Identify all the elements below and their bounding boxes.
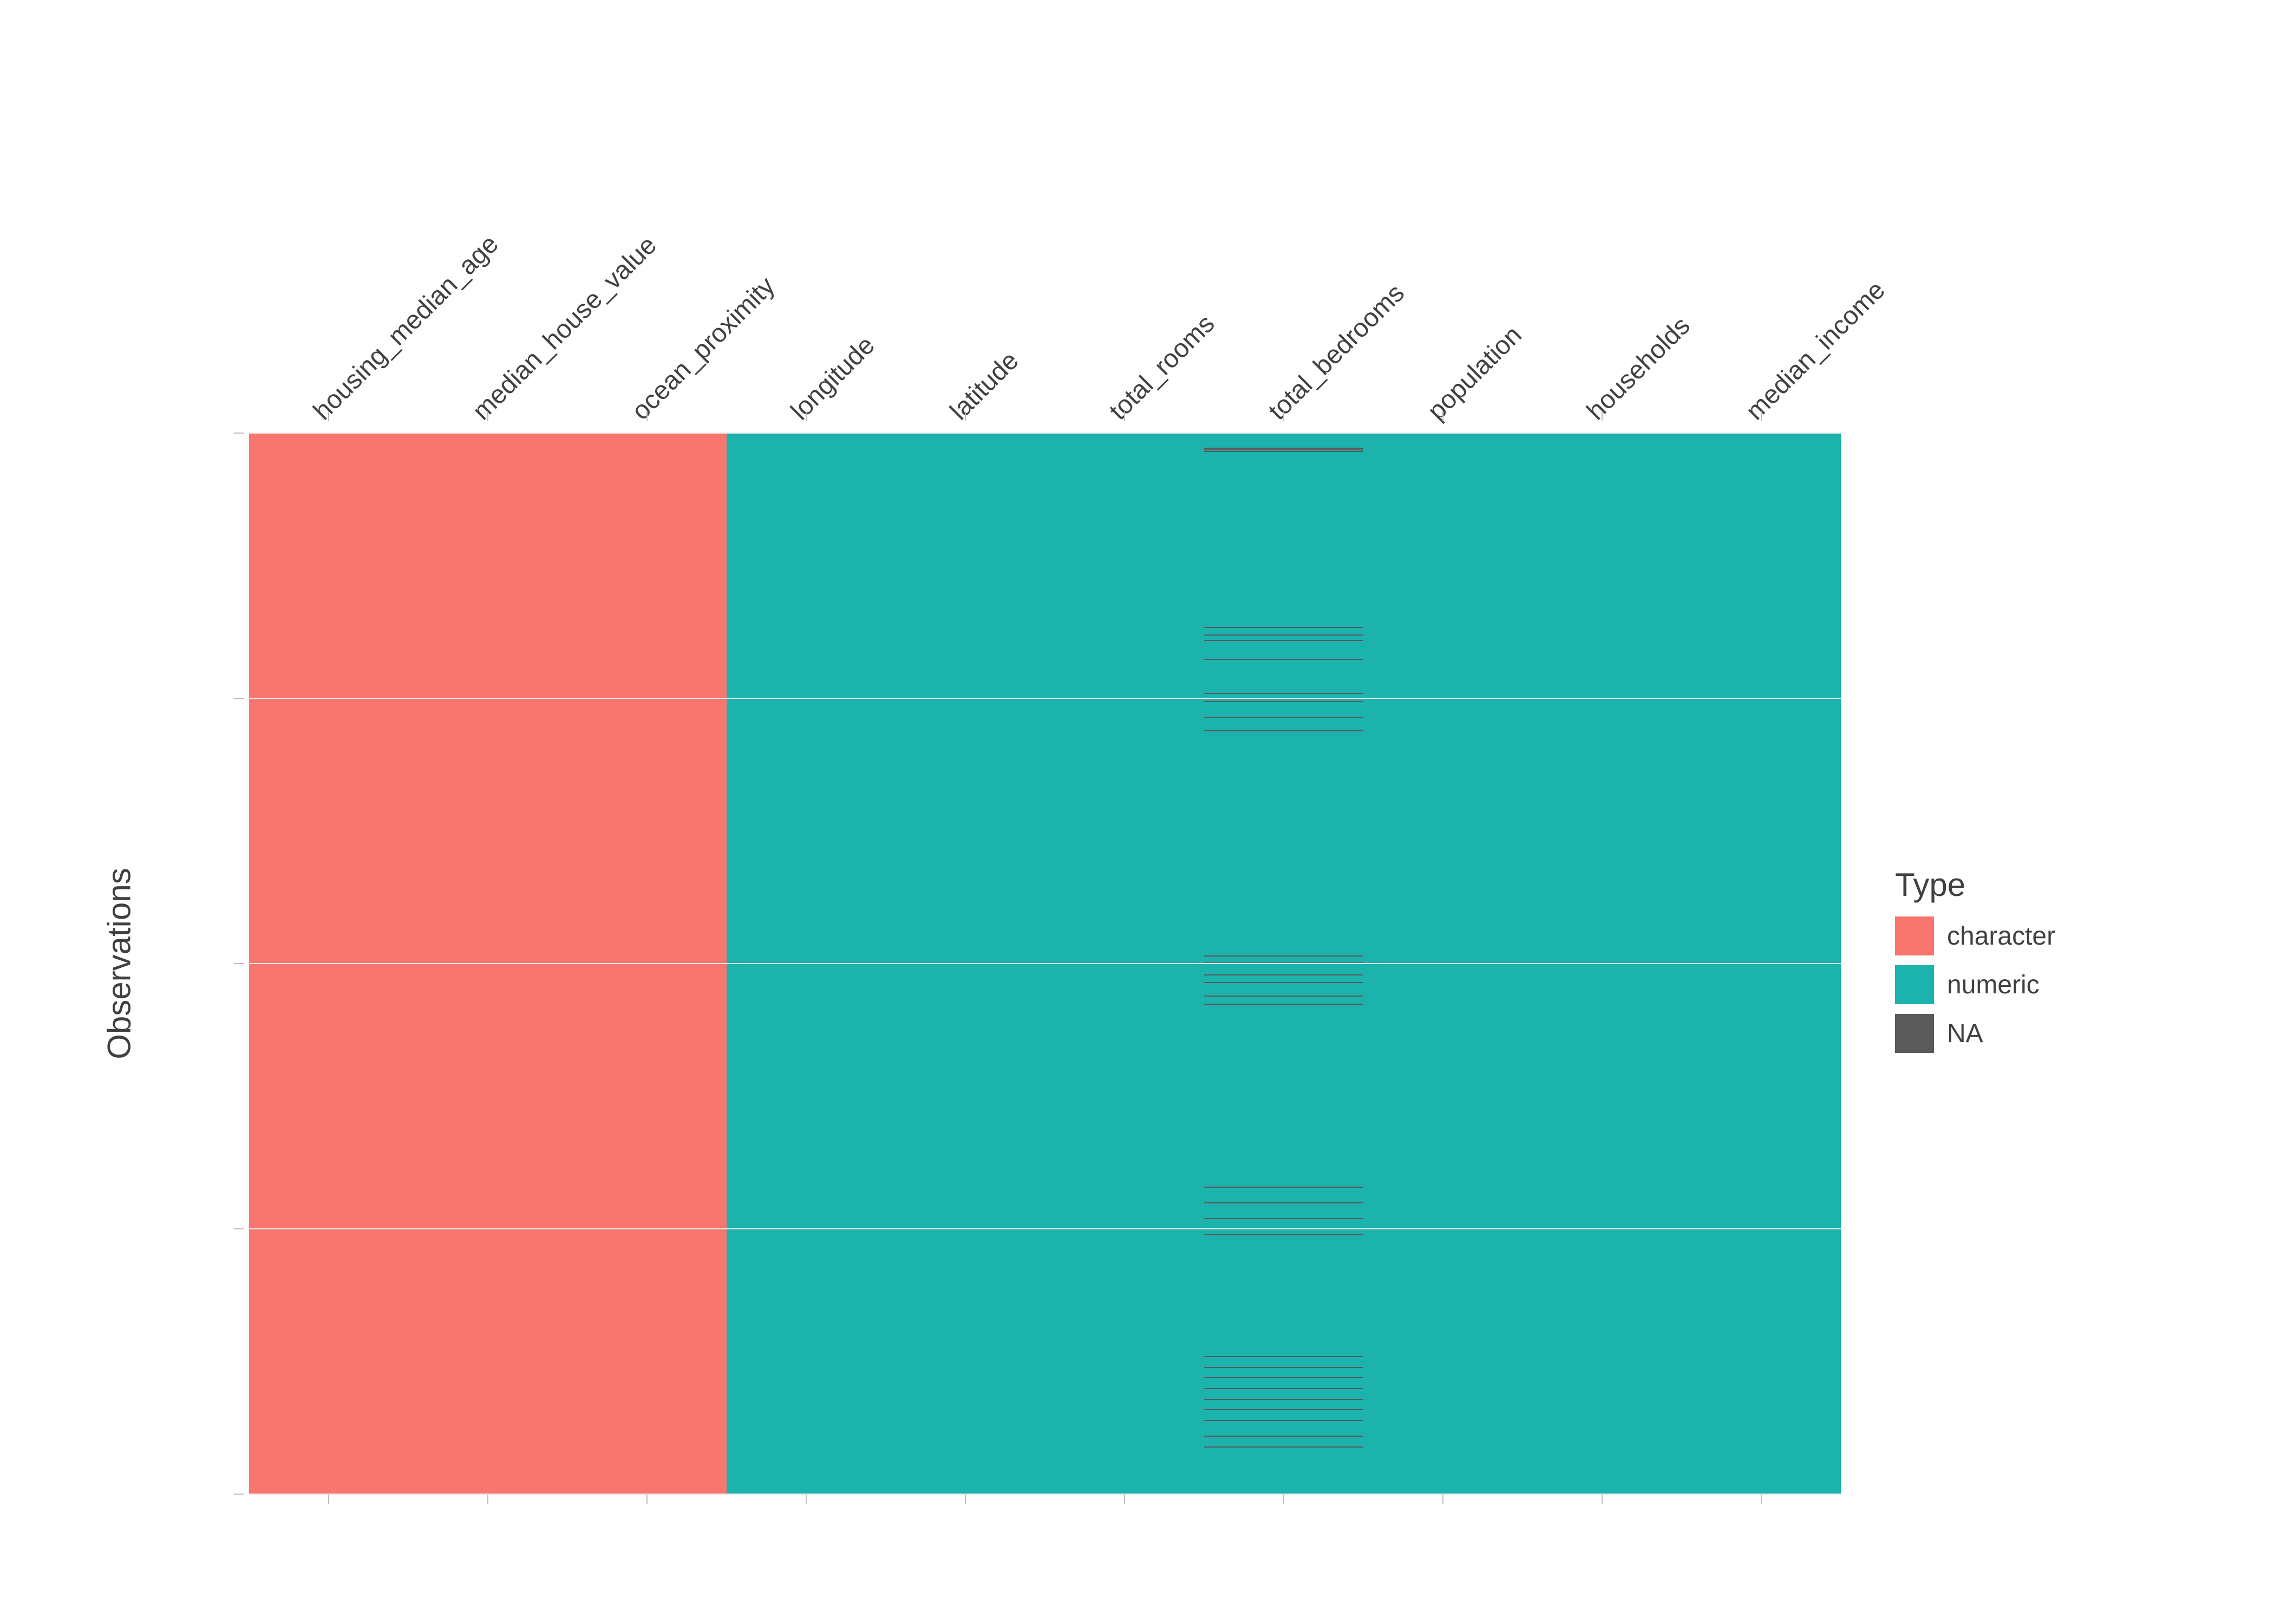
legend: Type character numeric NA <box>1895 866 2055 1063</box>
x-tick-mark-top <box>1602 411 1603 421</box>
x-tick-mark-bottom <box>1602 1494 1603 1504</box>
x-category-label: population <box>1422 320 1528 426</box>
x-tick-mark-top <box>487 411 488 421</box>
y-gridline <box>249 433 1841 434</box>
x-category-label: ocean_proximity <box>626 271 781 426</box>
y-tick-mark <box>234 1494 244 1495</box>
na-stripe <box>1204 1202 1363 1203</box>
x-tick-mark-bottom <box>328 1494 329 1504</box>
y-gridline <box>249 1494 1841 1495</box>
na-stripe <box>1204 659 1363 660</box>
x-category-label: households <box>1581 311 1696 426</box>
legend-item: NA <box>1895 1014 2055 1053</box>
x-category-label: median_income <box>1740 275 1891 426</box>
na-stripe <box>1204 1388 1363 1389</box>
na-stripe <box>1204 730 1363 731</box>
na-stripe <box>1204 634 1363 636</box>
y-tick-mark <box>234 698 244 699</box>
chart-container: Observations 05000100001500020000 housin… <box>0 0 2274 1624</box>
x-tick-mark-bottom <box>1442 1494 1443 1504</box>
na-stripe <box>1204 1420 1363 1421</box>
na-stripe <box>1204 1187 1363 1188</box>
na-stripe <box>1204 982 1363 983</box>
x-tick-mark-top <box>1442 411 1443 421</box>
na-stripe <box>1204 1004 1363 1005</box>
na-stripe <box>1204 1436 1363 1437</box>
legend-item: character <box>1895 916 2055 955</box>
legend-label: NA <box>1947 1019 1983 1049</box>
y-gridline <box>249 1228 1841 1229</box>
x-tick-mark-top <box>806 411 807 421</box>
x-tick-mark-bottom <box>1124 1494 1125 1504</box>
x-tick-mark-top <box>1124 411 1125 421</box>
na-stripe <box>1204 955 1363 957</box>
na-stripe <box>1204 1409 1363 1410</box>
na-stripe <box>1204 1356 1363 1357</box>
x-tick-mark-bottom <box>646 1494 648 1504</box>
x-tick-mark-bottom <box>1761 1494 1762 1504</box>
legend-key <box>1895 965 1934 1004</box>
x-tick-mark-bottom <box>487 1494 488 1504</box>
legend-title: Type <box>1895 866 2055 903</box>
x-tick-mark-top <box>646 411 648 421</box>
x-category-label: latitude <box>944 346 1024 426</box>
y-tick-mark <box>234 433 244 434</box>
legend-label: character <box>1947 921 2055 951</box>
x-tick-mark-bottom <box>1283 1494 1284 1504</box>
na-stripe <box>1204 693 1363 694</box>
x-tick-mark-top <box>1283 411 1284 421</box>
legend-item: numeric <box>1895 965 2055 1004</box>
x-tick-mark-top <box>1761 411 1762 421</box>
na-stripe <box>1204 448 1363 449</box>
na-stripe <box>1204 1234 1363 1235</box>
x-category-label: longitude <box>785 330 881 426</box>
plot-panel <box>249 433 1841 1494</box>
legend-key <box>1895 916 1934 955</box>
x-tick-mark-bottom <box>965 1494 966 1504</box>
na-stripe <box>1204 627 1363 628</box>
na-stripe <box>1204 1367 1363 1368</box>
na-stripe <box>1204 1377 1363 1378</box>
y-gridline <box>249 963 1841 964</box>
legend-key <box>1895 1014 1934 1053</box>
na-stripe <box>1204 1218 1363 1219</box>
na-stripe <box>1204 640 1363 641</box>
x-category-label: total_rooms <box>1103 309 1220 426</box>
na-stripe <box>1204 1446 1363 1448</box>
x-tick-mark-top <box>965 411 966 421</box>
na-stripe <box>1204 996 1363 997</box>
x-tick-mark-bottom <box>806 1494 807 1504</box>
na-stripe <box>1204 974 1363 975</box>
legend-label: numeric <box>1947 970 2040 1000</box>
y-tick-mark <box>234 1228 244 1229</box>
y-axis-title: Observations <box>101 868 138 1059</box>
y-tick-mark <box>234 963 244 964</box>
na-stripe <box>1204 701 1363 702</box>
na-stripe <box>1204 1399 1363 1400</box>
x-tick-mark-top <box>328 411 329 421</box>
x-category-label: total_bedrooms <box>1263 278 1410 426</box>
na-stripe <box>1204 717 1363 718</box>
na-stripe <box>1204 451 1363 452</box>
na-stripe <box>1204 449 1363 450</box>
y-gridline <box>249 698 1841 699</box>
x-category-label: median_house_value <box>467 230 663 426</box>
